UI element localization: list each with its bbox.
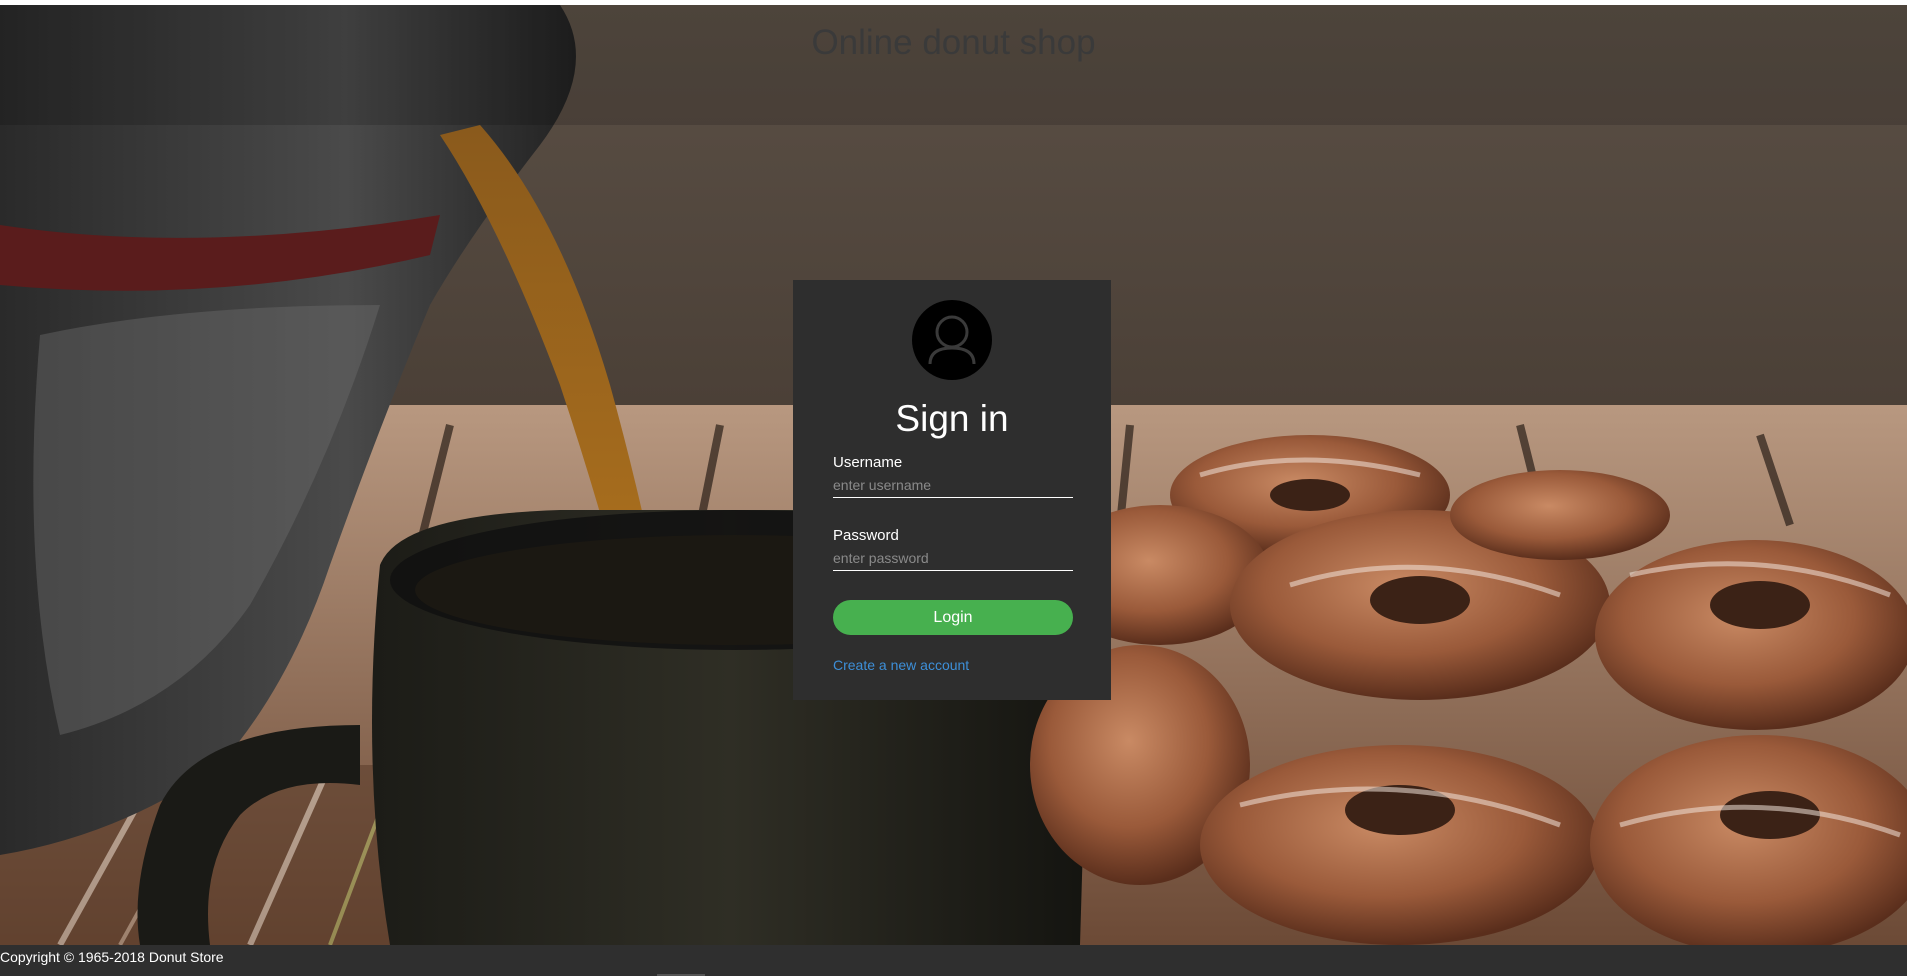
footer: Copyright © 1965-2018 Donut Store (0, 945, 1907, 976)
login-form: Sign in Username Password Login Create a… (793, 280, 1111, 700)
copyright-text: Copyright © 1965-2018 Donut Store (0, 949, 224, 965)
username-label: Username (833, 454, 903, 471)
page-viewport: Online donut shop Sign in Username Passw… (0, 5, 1907, 976)
username-input[interactable] (833, 473, 1073, 498)
sign-in-heading: Sign in (895, 398, 1009, 439)
password-label: Password (833, 527, 899, 544)
login-button[interactable]: Login (833, 600, 1073, 635)
user-icon (912, 300, 992, 380)
password-input[interactable] (833, 546, 1073, 571)
site-title: Online donut shop (811, 23, 1096, 62)
create-account-link[interactable]: Create a new account (833, 657, 969, 673)
